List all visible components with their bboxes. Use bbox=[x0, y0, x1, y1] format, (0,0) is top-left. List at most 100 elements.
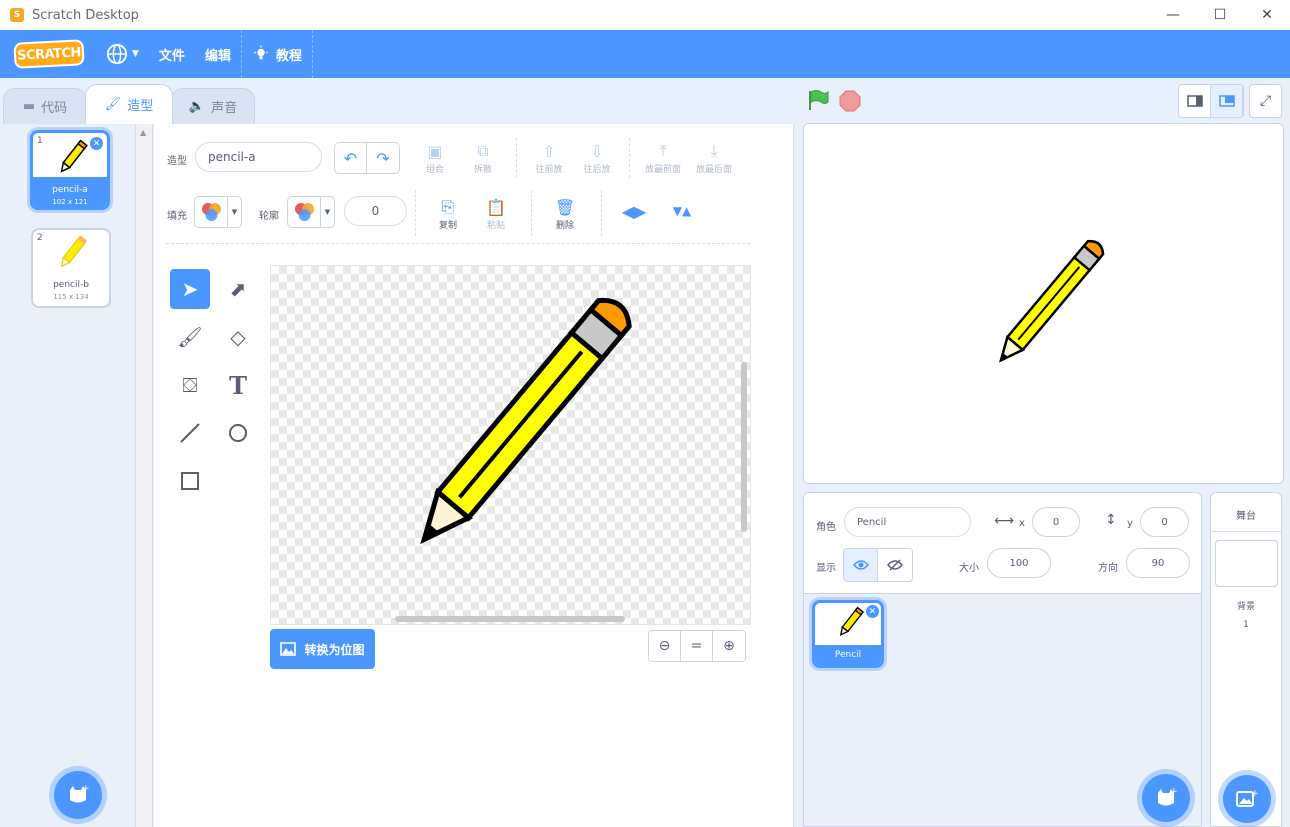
green-flag-icon[interactable] bbox=[806, 89, 830, 111]
delete-sprite-icon[interactable]: ✕ bbox=[866, 605, 879, 618]
direction-label: 方向 bbox=[1098, 563, 1118, 574]
outline-width-input[interactable]: 0 bbox=[344, 196, 407, 226]
globe-icon bbox=[106, 43, 128, 65]
fill-color-picker[interactable]: ▼ bbox=[194, 196, 242, 228]
scratch-logo[interactable]: SCRATCH bbox=[13, 39, 85, 69]
zoom-out-button[interactable]: ⊖ bbox=[649, 631, 681, 661]
paste-icon: 📋 bbox=[486, 197, 506, 217]
direction-input[interactable]: 90 bbox=[1126, 548, 1190, 578]
eye-slash-icon bbox=[887, 559, 903, 571]
backdrop-thumbnail[interactable] bbox=[1215, 540, 1278, 587]
image-icon bbox=[280, 642, 297, 656]
backward-button[interactable]: ⇩ 往后放 bbox=[567, 140, 627, 176]
toolbar-divider bbox=[601, 190, 602, 236]
sprite-name-input[interactable]: Pencil bbox=[844, 507, 971, 537]
scratch-app-icon: S bbox=[10, 8, 24, 22]
text-tool[interactable]: T bbox=[218, 365, 258, 405]
costume-item[interactable]: 2 pencil-b 115 x 134 bbox=[31, 228, 111, 308]
close-window-button[interactable]: ✕ bbox=[1244, 0, 1290, 30]
convert-label: 转换为位图 bbox=[304, 642, 365, 657]
language-menu[interactable]: ▼ bbox=[96, 30, 149, 78]
toolbar-divider bbox=[415, 190, 416, 236]
fullscreen-button[interactable]: ⤢ bbox=[1249, 84, 1282, 118]
stop-icon[interactable] bbox=[839, 90, 861, 112]
canvas-vertical-scrollbar[interactable] bbox=[741, 362, 747, 532]
small-stage-icon bbox=[1186, 95, 1203, 107]
fill-tool[interactable]: ⛋ bbox=[170, 365, 210, 405]
undo-redo-group: ↶ ↷ bbox=[334, 142, 400, 174]
zoom-reset-button[interactable]: = bbox=[681, 631, 713, 661]
reshape-icon: ⬈ bbox=[229, 277, 247, 301]
line-tool[interactable] bbox=[170, 413, 210, 453]
y-position-input[interactable]: 0 bbox=[1140, 507, 1189, 537]
backdrops-label: 背景 bbox=[1236, 602, 1255, 612]
ungroup-icon: ⧉ bbox=[477, 141, 489, 160]
stage[interactable] bbox=[803, 123, 1284, 484]
brush-tool[interactable]: 🖌 bbox=[170, 317, 210, 357]
sprite-list-pane: ✕ Pencil + bbox=[803, 594, 1202, 827]
sprite-thumbnail-pencil[interactable]: ✕ Pencil bbox=[812, 600, 884, 668]
costume-list-scrollbar[interactable]: ▲ bbox=[137, 124, 153, 827]
convert-to-bitmap-button[interactable]: 转换为位图 bbox=[270, 629, 375, 669]
paste-button[interactable]: 📋 粘贴 bbox=[466, 196, 526, 232]
svg-text:+: + bbox=[82, 784, 90, 794]
costume-item[interactable]: 1 ✕ pencil-a 102 x 121 bbox=[30, 130, 110, 210]
delete-costume-icon[interactable]: ✕ bbox=[90, 137, 103, 150]
toolbar-divider-horizontal bbox=[166, 243, 750, 244]
tutorials-menu[interactable]: 教程 bbox=[242, 30, 312, 78]
tab-costumes[interactable]: 🖌 造型 bbox=[85, 84, 173, 124]
cursor-arrow-icon: ➤ bbox=[181, 277, 199, 301]
undo-button[interactable]: ↶ bbox=[335, 143, 367, 173]
size-input[interactable]: 100 bbox=[987, 548, 1051, 578]
code-blocks-icon: ▬ bbox=[22, 99, 36, 114]
chevron-down-icon: ▼ bbox=[227, 197, 241, 227]
tab-code[interactable]: ▬ 代码 bbox=[3, 88, 87, 124]
paint-editor: 造型 pencil-a ↶ ↷ ▣ 组合 ⧉ 拆散 ⇧ 往前放 ⇩ 往后放 ⤒ 放最前面 … bbox=[154, 124, 794, 827]
reshape-tool[interactable]: ⬈ bbox=[218, 269, 258, 309]
brush-icon: 🖌 bbox=[104, 97, 122, 112]
small-stage-button[interactable] bbox=[1179, 85, 1211, 117]
select-tool[interactable]: ➤ bbox=[170, 269, 210, 309]
tab-sounds[interactable]: 🔈 声音 bbox=[171, 88, 255, 124]
large-stage-button[interactable] bbox=[1211, 85, 1243, 117]
back-button[interactable]: ⤓ 放最后面 bbox=[684, 140, 744, 175]
color-swatch-icon bbox=[295, 203, 314, 221]
eraser-tool[interactable]: ◇ bbox=[218, 317, 258, 357]
add-costume-button[interactable]: + bbox=[54, 771, 102, 819]
minimize-button[interactable]: — bbox=[1150, 0, 1196, 30]
fullscreen-icon: ⤢ bbox=[1259, 93, 1272, 109]
outline-color-picker[interactable]: ▼ bbox=[287, 196, 335, 228]
show-sprite-button[interactable] bbox=[844, 549, 878, 581]
ungroup-button[interactable]: ⧉ 拆散 bbox=[453, 140, 513, 175]
window-titlebar: S Scratch Desktop — ☐ ✕ bbox=[0, 0, 1290, 30]
tab-code-label: 代码 bbox=[41, 101, 68, 116]
add-sprite-button[interactable]: + bbox=[1142, 774, 1190, 822]
cat-plus-icon: + bbox=[70, 784, 90, 803]
rectangle-tool[interactable] bbox=[170, 461, 210, 501]
cat-plus-icon: + bbox=[1158, 787, 1178, 806]
circle-tool[interactable] bbox=[218, 413, 258, 453]
line-icon bbox=[180, 423, 200, 443]
zoom-in-icon: ⊕ bbox=[723, 638, 735, 654]
flip-vertical-button[interactable]: ▼▲ bbox=[652, 200, 712, 222]
stage-target-pane[interactable]: 舞台 背景 1 + bbox=[1210, 492, 1282, 827]
delete-button[interactable]: 🗑 删除 bbox=[535, 196, 595, 232]
eraser-icon: ◇ bbox=[230, 325, 246, 349]
paint-canvas[interactable] bbox=[270, 265, 751, 625]
rectangle-icon bbox=[181, 472, 199, 490]
edit-menu[interactable]: 编辑 bbox=[195, 30, 241, 78]
tab-costumes-label: 造型 bbox=[127, 99, 154, 114]
costume-name-input[interactable]: pencil-a bbox=[195, 142, 322, 172]
add-backdrop-button[interactable]: + bbox=[1223, 775, 1271, 823]
hide-sprite-button[interactable] bbox=[878, 549, 912, 581]
svg-text:+: + bbox=[1170, 787, 1178, 797]
delete-label: 删除 bbox=[555, 221, 574, 231]
undo-icon: ↶ bbox=[343, 148, 358, 168]
canvas-horizontal-scrollbar[interactable] bbox=[395, 616, 625, 622]
maximize-button[interactable]: ☐ bbox=[1197, 0, 1243, 30]
x-position-input[interactable]: 0 bbox=[1032, 507, 1080, 537]
file-menu[interactable]: 文件 bbox=[149, 30, 195, 78]
zoom-in-button[interactable]: ⊕ bbox=[713, 631, 745, 661]
redo-button[interactable]: ↷ bbox=[367, 143, 399, 173]
costume-size: 102 x 121 bbox=[52, 198, 88, 206]
